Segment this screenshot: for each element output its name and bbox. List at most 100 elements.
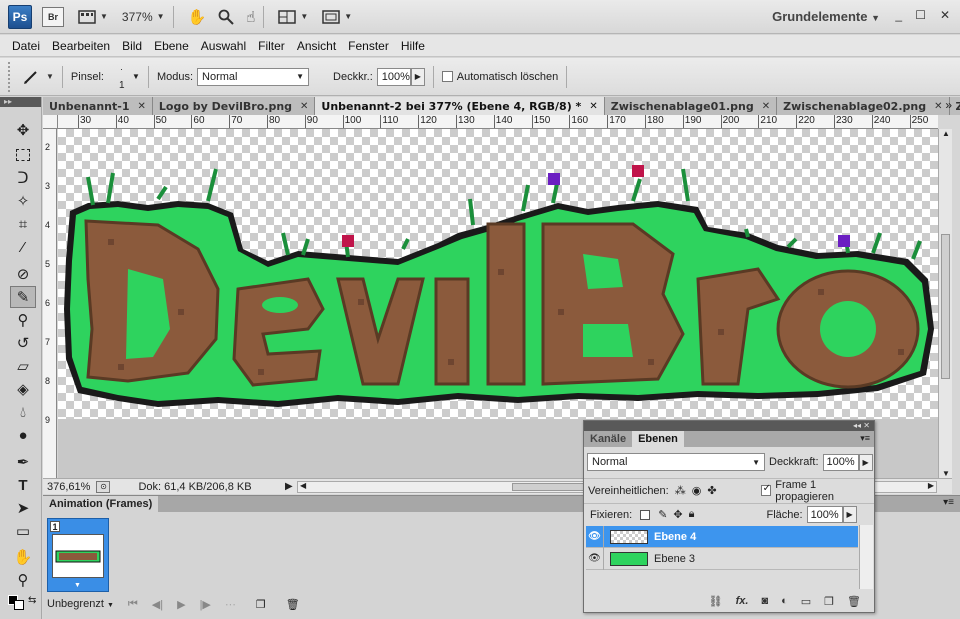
first-frame-icon[interactable]: ⏮ xyxy=(128,598,138,611)
path-selection-tool[interactable]: ➤ xyxy=(10,497,36,519)
menu-bearbeiten[interactable]: Bearbeiten xyxy=(52,39,110,53)
layer-mask-icon[interactable]: ◙ xyxy=(761,595,768,607)
pen-tool[interactable]: ✒ xyxy=(10,451,36,473)
menu-fenster[interactable]: Fenster xyxy=(348,39,389,53)
vertical-scrollbar[interactable]: ▲ ▼ xyxy=(938,129,952,478)
eraser-tool[interactable]: ▱ xyxy=(10,355,36,377)
swap-colors-icon[interactable]: ⇆ xyxy=(28,595,36,606)
blend-mode-select[interactable]: Normal ▼ xyxy=(587,453,765,471)
zoom-tool-button[interactable] xyxy=(218,6,234,28)
layer-row-ebene-4[interactable]: 👁︎ Ebene 4 xyxy=(586,525,858,548)
tab-unbenannt-2[interactable]: Unbenannt-2 bei 377% (Ebene 4, RGB/8) * ✕ xyxy=(315,97,605,115)
eyedropper-tool[interactable]: ⁄ xyxy=(10,236,36,258)
view-extras-button[interactable]: ▼ xyxy=(78,6,108,28)
tab-zwischenablage01[interactable]: Zwischenablage01.png ✕ xyxy=(604,97,778,115)
tab-logo-devilbro[interactable]: Logo by DevilBro.png ✕ xyxy=(152,97,316,115)
previous-frame-icon[interactable]: ◀| xyxy=(152,598,163,611)
tab-channels[interactable]: Kanäle xyxy=(584,431,632,447)
maximize-button[interactable]: ☐ xyxy=(915,8,926,22)
dodge-tool[interactable]: ● xyxy=(10,424,36,446)
next-frame-icon[interactable]: |▶ xyxy=(200,598,211,611)
close-icon[interactable]: ✕ xyxy=(934,101,942,112)
panel-menu-icon[interactable]: ▾≡ xyxy=(860,433,870,444)
type-tool[interactable]: T xyxy=(10,474,36,496)
animation-frame-1[interactable]: 1 0 Sek. ▼ xyxy=(47,518,109,592)
lock-position-icon[interactable]: ✥ xyxy=(673,508,682,521)
close-icon[interactable]: ✕ xyxy=(589,101,597,112)
crop-tool[interactable]: ⌗ xyxy=(10,213,36,235)
duplicate-frame-icon[interactable]: ❐ xyxy=(256,598,266,611)
panel-menu-icon[interactable]: ▾≡ xyxy=(943,497,954,508)
frame-duration[interactable]: 0 Sek. ▼ xyxy=(74,568,108,590)
hand-tool-button[interactable]: ✋ xyxy=(188,6,207,28)
menu-auswahl[interactable]: Auswahl xyxy=(201,39,246,53)
status-zoom[interactable]: 376,61% xyxy=(47,481,90,493)
opacity-slider-button[interactable]: ▶ xyxy=(410,67,425,86)
workspace-switcher[interactable]: Grundelemente ▼ xyxy=(772,9,880,24)
magic-wand-tool[interactable]: ✧ xyxy=(10,190,36,212)
delete-frame-icon[interactable]: 🗑︎ xyxy=(286,598,300,611)
vertical-scroll-thumb[interactable] xyxy=(941,234,950,379)
rotate-view-button[interactable]: ☝ xyxy=(246,6,255,28)
hand-tool[interactable]: ✋ xyxy=(10,546,36,568)
play-icon[interactable]: ▶ xyxy=(177,598,185,611)
menu-hilfe[interactable]: Hilfe xyxy=(401,39,425,53)
layer-opacity-slider-button[interactable]: ▶ xyxy=(858,453,873,471)
close-icon[interactable]: ✕ xyxy=(762,101,770,112)
marquee-tool[interactable] xyxy=(10,144,36,166)
lock-image-icon[interactable]: ✎ xyxy=(658,508,667,521)
history-brush-tool[interactable]: ↺ xyxy=(10,332,36,354)
layers-panel-grip[interactable]: ◂◂ ✕ xyxy=(584,421,874,431)
menu-ebene[interactable]: Ebene xyxy=(154,39,189,53)
status-info-icon[interactable]: ⊙ xyxy=(96,480,111,493)
minimize-button[interactable]: _ xyxy=(895,8,902,22)
shape-tool[interactable]: ▭ xyxy=(10,520,36,542)
tool-preset-picker[interactable]: ▼ xyxy=(22,68,54,86)
menu-ansicht[interactable]: Ansicht xyxy=(297,39,336,53)
move-tool[interactable]: ✥ xyxy=(10,119,36,141)
lock-transparency-icon[interactable] xyxy=(640,509,651,520)
visibility-eye-icon[interactable]: 👁︎ xyxy=(586,547,604,570)
tab-zwischenablage02[interactable]: Zwischenablage02.png ✕ xyxy=(777,97,950,115)
fill-field[interactable]: 100% xyxy=(806,506,843,523)
options-grip[interactable] xyxy=(8,61,14,92)
loop-select[interactable]: Unbegrenzt ▼ xyxy=(47,598,114,610)
tween-icon[interactable]: ⋯ xyxy=(225,598,236,611)
adjustment-layer-icon[interactable]: ◐ xyxy=(781,595,788,607)
scroll-left-icon[interactable]: ◀ xyxy=(300,481,306,490)
lock-all-icon[interactable]: 🔒︎ xyxy=(689,508,695,521)
pencil-tool[interactable]: ✎ xyxy=(10,286,36,308)
delete-layer-icon[interactable]: 🗑︎ xyxy=(847,595,861,608)
menu-filter[interactable]: Filter xyxy=(258,39,285,53)
layer-opacity-field[interactable]: 100% xyxy=(822,453,859,471)
mode-select[interactable]: Normal ▼ xyxy=(197,67,310,86)
tab-layers[interactable]: Ebenen xyxy=(632,431,684,447)
visibility-eye-icon[interactable]: 👁︎ xyxy=(586,525,604,548)
close-icon[interactable]: ✕ xyxy=(300,101,308,112)
new-layer-icon[interactable]: ❐ xyxy=(824,595,834,608)
tools-panel-grip[interactable]: ▸▸ xyxy=(0,97,41,107)
status-menu-arrow-icon[interactable]: ▶ xyxy=(285,481,293,492)
new-group-icon[interactable]: ▭ xyxy=(801,595,811,608)
unify-visibility-icon[interactable]: ◉ xyxy=(692,484,702,497)
screen-mode-button[interactable]: ▼ xyxy=(322,6,352,28)
zoom-level[interactable]: 377% xyxy=(122,10,153,24)
link-layers-icon[interactable]: ⛓ xyxy=(709,595,723,608)
layer-name[interactable]: Ebene 3 xyxy=(654,553,695,565)
close-window-button[interactable]: ✕ xyxy=(940,8,950,22)
menu-bild[interactable]: Bild xyxy=(122,39,142,53)
propagate-frame-checkbox[interactable]: ✓ xyxy=(760,483,772,496)
unify-position-icon[interactable]: ⁂ xyxy=(675,484,686,497)
zoom-dropdown-icon[interactable]: ▼ xyxy=(157,12,165,21)
close-icon[interactable]: ✕ xyxy=(138,101,146,112)
ruler-origin[interactable] xyxy=(43,115,58,129)
layer-style-icon[interactable]: fx. xyxy=(736,595,749,607)
layer-name[interactable]: Ebene 4 xyxy=(654,531,696,543)
blur-tool[interactable]: 💧︎ xyxy=(10,401,36,423)
scroll-right-icon[interactable]: ▶ xyxy=(928,481,934,490)
lasso-tool[interactable]: ᑐ xyxy=(10,167,36,189)
paint-bucket-tool[interactable]: ◈ xyxy=(10,378,36,400)
tab-animation-frames[interactable]: Animation (Frames) xyxy=(43,496,159,512)
zoom-tool[interactable]: ⚲ xyxy=(10,569,36,591)
fill-slider-button[interactable]: ▶ xyxy=(842,506,857,523)
